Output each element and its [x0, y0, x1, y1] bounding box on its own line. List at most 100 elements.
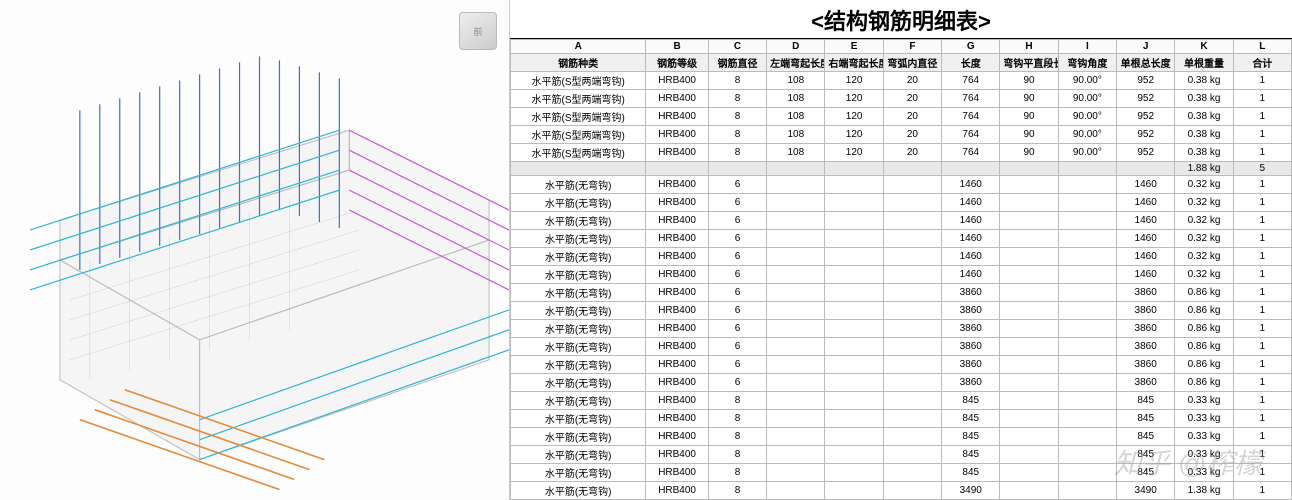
cell — [825, 338, 883, 356]
column-letter[interactable]: E — [825, 40, 883, 54]
table-row[interactable]: 1.88 kg5 — [511, 162, 1292, 176]
cell — [767, 482, 825, 500]
column-letter[interactable]: J — [1117, 40, 1175, 54]
column-letter[interactable]: C — [708, 40, 766, 54]
view-cube[interactable]: 前 — [459, 12, 497, 50]
table-row[interactable]: 水平筋(无弯钩)HRB4008349034901.38 kg1 — [511, 482, 1292, 500]
cell: 6 — [708, 230, 766, 248]
cell: 1 — [1233, 248, 1291, 266]
cell: 水平筋(无弯钩) — [511, 284, 646, 302]
cell: 3860 — [942, 320, 1000, 338]
table-row[interactable]: 水平筋(无弯钩)HRB40088458450.33 kg1 — [511, 392, 1292, 410]
column-letter[interactable]: I — [1058, 40, 1116, 54]
cell — [1000, 284, 1058, 302]
cell: 6 — [708, 248, 766, 266]
cell: 952 — [1117, 144, 1175, 162]
cell — [883, 302, 941, 320]
cell: 0.38 kg — [1175, 144, 1233, 162]
column-header[interactable]: 弯钩平直段长度 — [1000, 54, 1058, 72]
table-row[interactable]: 水平筋(无弯钩)HRB4006386038600.86 kg1 — [511, 338, 1292, 356]
cell: 水平筋(无弯钩) — [511, 338, 646, 356]
table-row[interactable]: 水平筋(S型两端弯钩)HRB4008108120207649090.00°952… — [511, 90, 1292, 108]
table-row[interactable]: 水平筋(S型两端弯钩)HRB4008108120207649090.00°952… — [511, 72, 1292, 90]
3d-viewport[interactable]: 前 — [0, 0, 510, 500]
cell — [767, 374, 825, 392]
cell: 水平筋(S型两端弯钩) — [511, 90, 646, 108]
column-letter[interactable]: B — [646, 40, 708, 54]
cell — [767, 248, 825, 266]
table-row[interactable]: 水平筋(无弯钩)HRB40088458450.33 kg1 — [511, 446, 1292, 464]
column-header[interactable]: 右端弯起长度 — [825, 54, 883, 72]
cell: 1 — [1233, 428, 1291, 446]
cell: 1460 — [1117, 194, 1175, 212]
cell: HRB400 — [646, 212, 708, 230]
cell: 120 — [825, 108, 883, 126]
table-row[interactable]: 水平筋(S型两端弯钩)HRB4008108120207649090.00°952… — [511, 144, 1292, 162]
cell: 1460 — [1117, 248, 1175, 266]
table-row[interactable]: 水平筋(无弯钩)HRB40088458450.33 kg1 — [511, 464, 1292, 482]
column-header[interactable]: 合计 — [1233, 54, 1291, 72]
table-row[interactable]: 水平筋(无弯钩)HRB4006386038600.86 kg1 — [511, 320, 1292, 338]
column-letter[interactable]: K — [1175, 40, 1233, 54]
table-row[interactable]: 水平筋(无弯钩)HRB40088458450.33 kg1 — [511, 410, 1292, 428]
cell: 3860 — [942, 374, 1000, 392]
column-header[interactable]: 钢筋直径 — [708, 54, 766, 72]
table-row[interactable]: 水平筋(无弯钩)HRB40088458450.33 kg1 — [511, 428, 1292, 446]
column-header[interactable]: 单根总长度 — [1117, 54, 1175, 72]
cell: 0.32 kg — [1175, 176, 1233, 194]
cell — [708, 162, 766, 176]
table-row[interactable]: 水平筋(无弯钩)HRB4006386038600.86 kg1 — [511, 356, 1292, 374]
cell: 8 — [708, 482, 766, 500]
column-header[interactable]: 钢筋种类 — [511, 54, 646, 72]
cell — [825, 194, 883, 212]
table-row[interactable]: 水平筋(无弯钩)HRB4006386038600.86 kg1 — [511, 284, 1292, 302]
table-row[interactable]: 水平筋(无弯钩)HRB4006386038600.86 kg1 — [511, 302, 1292, 320]
column-header[interactable]: 单根重量 — [1175, 54, 1233, 72]
schedule-pane[interactable]: <结构钢筋明细表> ABCDEFGHIJKL 钢筋种类钢筋等级钢筋直径左端弯起长… — [510, 0, 1292, 500]
column-letter[interactable]: A — [511, 40, 646, 54]
column-letter[interactable]: D — [767, 40, 825, 54]
rebar-model[interactable] — [0, 0, 509, 500]
cell: 水平筋(无弯钩) — [511, 464, 646, 482]
table-row[interactable]: 水平筋(无弯钩)HRB4006146014600.32 kg1 — [511, 266, 1292, 284]
column-letter[interactable]: L — [1233, 40, 1291, 54]
cell — [883, 464, 941, 482]
cell: 952 — [1117, 90, 1175, 108]
column-header[interactable]: 左端弯起长度 — [767, 54, 825, 72]
cell: 1 — [1233, 446, 1291, 464]
table-row[interactable]: 水平筋(无弯钩)HRB4006386038600.86 kg1 — [511, 374, 1292, 392]
table-row[interactable]: 水平筋(无弯钩)HRB4006146014600.32 kg1 — [511, 248, 1292, 266]
column-letter[interactable]: G — [942, 40, 1000, 54]
cell — [1058, 176, 1116, 194]
table-row[interactable]: 水平筋(无弯钩)HRB4006146014600.32 kg1 — [511, 212, 1292, 230]
cell: 845 — [1117, 446, 1175, 464]
column-header[interactable]: 钢筋等级 — [646, 54, 708, 72]
table-row[interactable]: 水平筋(无弯钩)HRB4006146014600.32 kg1 — [511, 230, 1292, 248]
table-row[interactable]: 水平筋(无弯钩)HRB4006146014600.32 kg1 — [511, 194, 1292, 212]
cell: 90 — [1000, 108, 1058, 126]
column-header[interactable]: 长度 — [942, 54, 1000, 72]
cell: 1 — [1233, 212, 1291, 230]
cell — [1058, 482, 1116, 500]
cell — [1058, 428, 1116, 446]
column-letter[interactable]: F — [883, 40, 941, 54]
column-header[interactable]: 弯钩角度 — [1058, 54, 1116, 72]
cell: 1 — [1233, 284, 1291, 302]
table-row[interactable]: 水平筋(S型两端弯钩)HRB4008108120207649090.00°952… — [511, 108, 1292, 126]
cell — [1000, 410, 1058, 428]
cell: 水平筋(S型两端弯钩) — [511, 144, 646, 162]
cell: 845 — [1117, 392, 1175, 410]
cell: 1 — [1233, 464, 1291, 482]
cell — [883, 392, 941, 410]
cell — [767, 338, 825, 356]
cell: 1460 — [1117, 176, 1175, 194]
cell — [1058, 162, 1116, 176]
cell — [883, 446, 941, 464]
column-letter[interactable]: H — [1000, 40, 1058, 54]
table-row[interactable]: 水平筋(无弯钩)HRB4006146014600.32 kg1 — [511, 176, 1292, 194]
column-header[interactable]: 弯弧内直径 — [883, 54, 941, 72]
cell — [767, 266, 825, 284]
table-row[interactable]: 水平筋(S型两端弯钩)HRB4008108120207649090.00°952… — [511, 126, 1292, 144]
cell — [883, 374, 941, 392]
cell — [1058, 194, 1116, 212]
